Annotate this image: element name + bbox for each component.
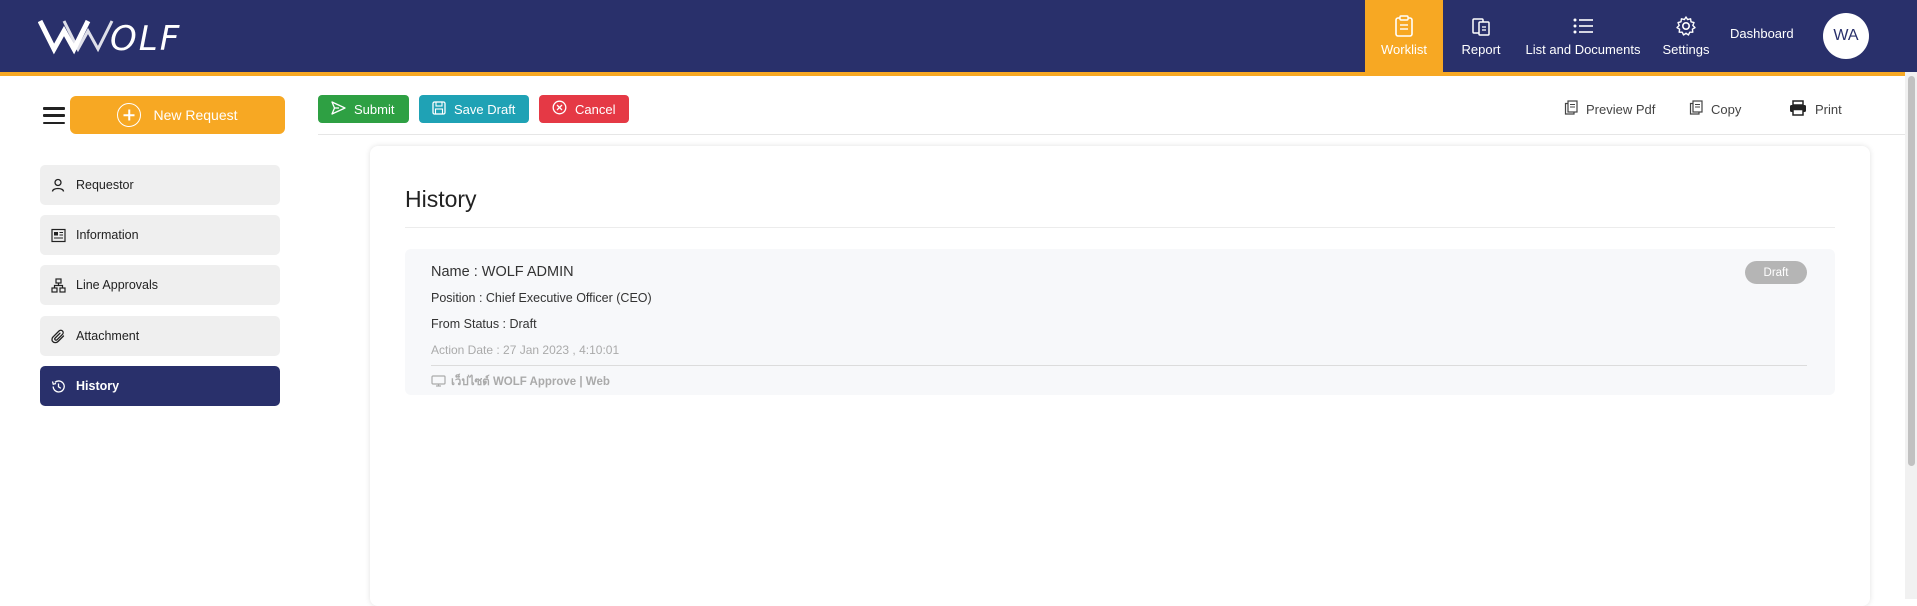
nav-settings-label: Settings [1662, 42, 1710, 57]
document-copy-icon [1564, 100, 1578, 118]
history-entry-from-status: From Status : Draft [431, 317, 537, 331]
save-draft-button[interactable]: Save Draft [419, 95, 529, 123]
list-icon [1572, 15, 1594, 37]
history-entry-position: Position : Chief Executive Officer (CEO) [431, 291, 652, 305]
sidebar-item-label: Information [76, 228, 139, 242]
submit-label: Submit [354, 101, 395, 117]
history-entry-name: Name : WOLF ADMIN [431, 264, 574, 280]
history-entry-source-label: เว็ปไซต์ WOLF Approve | Web [451, 376, 610, 388]
wolf-logo-mark-icon [38, 19, 114, 55]
floppy-icon [432, 100, 446, 118]
history-entry-divider [431, 365, 1807, 366]
new-request-label: New Request [153, 107, 238, 123]
history-icon [50, 378, 66, 394]
nav-settings[interactable]: Settings [1657, 0, 1715, 72]
print-button[interactable]: Print [1789, 98, 1842, 120]
preview-pdf-label: Preview Pdf [1586, 101, 1656, 117]
sidebar-item-requestor[interactable]: Requestor [40, 165, 280, 205]
nav-worklist[interactable]: Worklist [1365, 0, 1443, 72]
sidebar-item-information[interactable]: Information [40, 215, 280, 255]
history-entry-action-date: Action Date : 27 Jan 2023 , 4:10:01 [431, 343, 620, 357]
sidebar-item-attachment[interactable]: Attachment [40, 316, 280, 356]
sidebar-item-label: Attachment [76, 329, 140, 343]
submit-button[interactable]: Submit [318, 95, 409, 123]
hamburger-menu-icon[interactable] [43, 107, 65, 124]
printer-icon [1789, 99, 1807, 119]
nav-worklist-label: Worklist [1381, 42, 1427, 57]
save-draft-label: Save Draft [454, 101, 516, 117]
status-badge: Draft [1745, 261, 1807, 284]
sidebar-item-label: Line Approvals [76, 278, 159, 292]
gear-icon [1675, 15, 1697, 37]
history-entry-source: เว็ปไซต์ WOLF Approve | Web [431, 373, 610, 391]
toolbar-divider [318, 134, 1905, 135]
org-chart-icon [50, 277, 66, 293]
cancel-button[interactable]: Cancel [539, 95, 629, 123]
plus-circle-icon [117, 103, 142, 127]
user-avatar[interactable]: WA [1823, 13, 1869, 59]
paperclip-icon [50, 328, 66, 344]
close-circle-icon [552, 100, 567, 118]
wolf-logo[interactable]: OLF [38, 12, 182, 59]
preview-pdf-button[interactable]: Preview Pdf [1564, 98, 1655, 120]
nav-report[interactable]: Report [1452, 0, 1510, 72]
page-scrollbar-thumb[interactable] [1908, 76, 1915, 466]
send-icon [331, 100, 346, 118]
nav-report-label: Report [1461, 42, 1501, 57]
logo-wordmark: OLF [110, 19, 182, 59]
clipboard-icon [1393, 15, 1415, 37]
copy-button[interactable]: Copy [1689, 98, 1741, 120]
copy-icon [1689, 100, 1703, 118]
nav-list-label: List and Documents [1525, 42, 1641, 57]
title-divider [405, 227, 1835, 228]
history-entry [405, 249, 1835, 395]
person-icon [50, 177, 66, 193]
sidebar-item-label: Requestor [76, 178, 134, 192]
nav-list-and-documents[interactable]: List and Documents [1522, 0, 1644, 72]
sidebar-item-history[interactable]: History [40, 366, 280, 406]
newspaper-icon [50, 227, 66, 243]
header-accent-line [0, 72, 1917, 76]
monitor-icon [431, 374, 446, 390]
print-label: Print [1815, 101, 1842, 117]
report-icon [1470, 15, 1492, 37]
sidebar-item-label: History [76, 379, 120, 393]
sidebar-item-line-approvals[interactable]: Line Approvals [40, 265, 280, 305]
new-request-button[interactable]: New Request [70, 96, 285, 134]
page-title: History [405, 186, 477, 212]
copy-label: Copy [1711, 101, 1742, 117]
nav-dashboard[interactable]: Dashboard [1730, 26, 1794, 41]
cancel-label: Cancel [575, 101, 616, 117]
